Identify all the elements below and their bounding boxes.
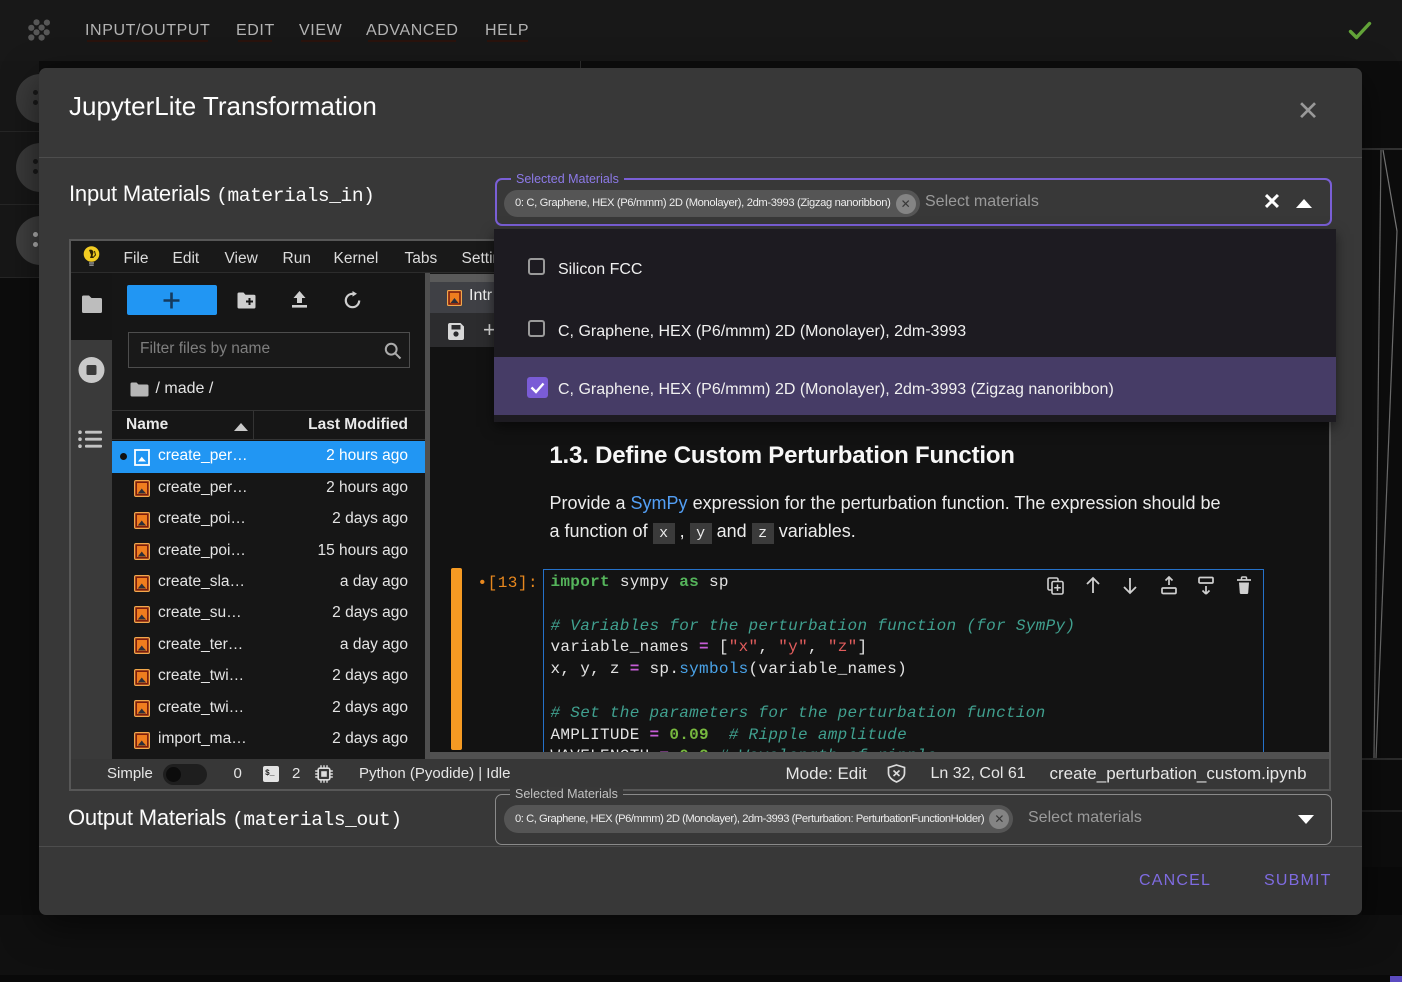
- svg-text:$_: $_: [265, 769, 275, 778]
